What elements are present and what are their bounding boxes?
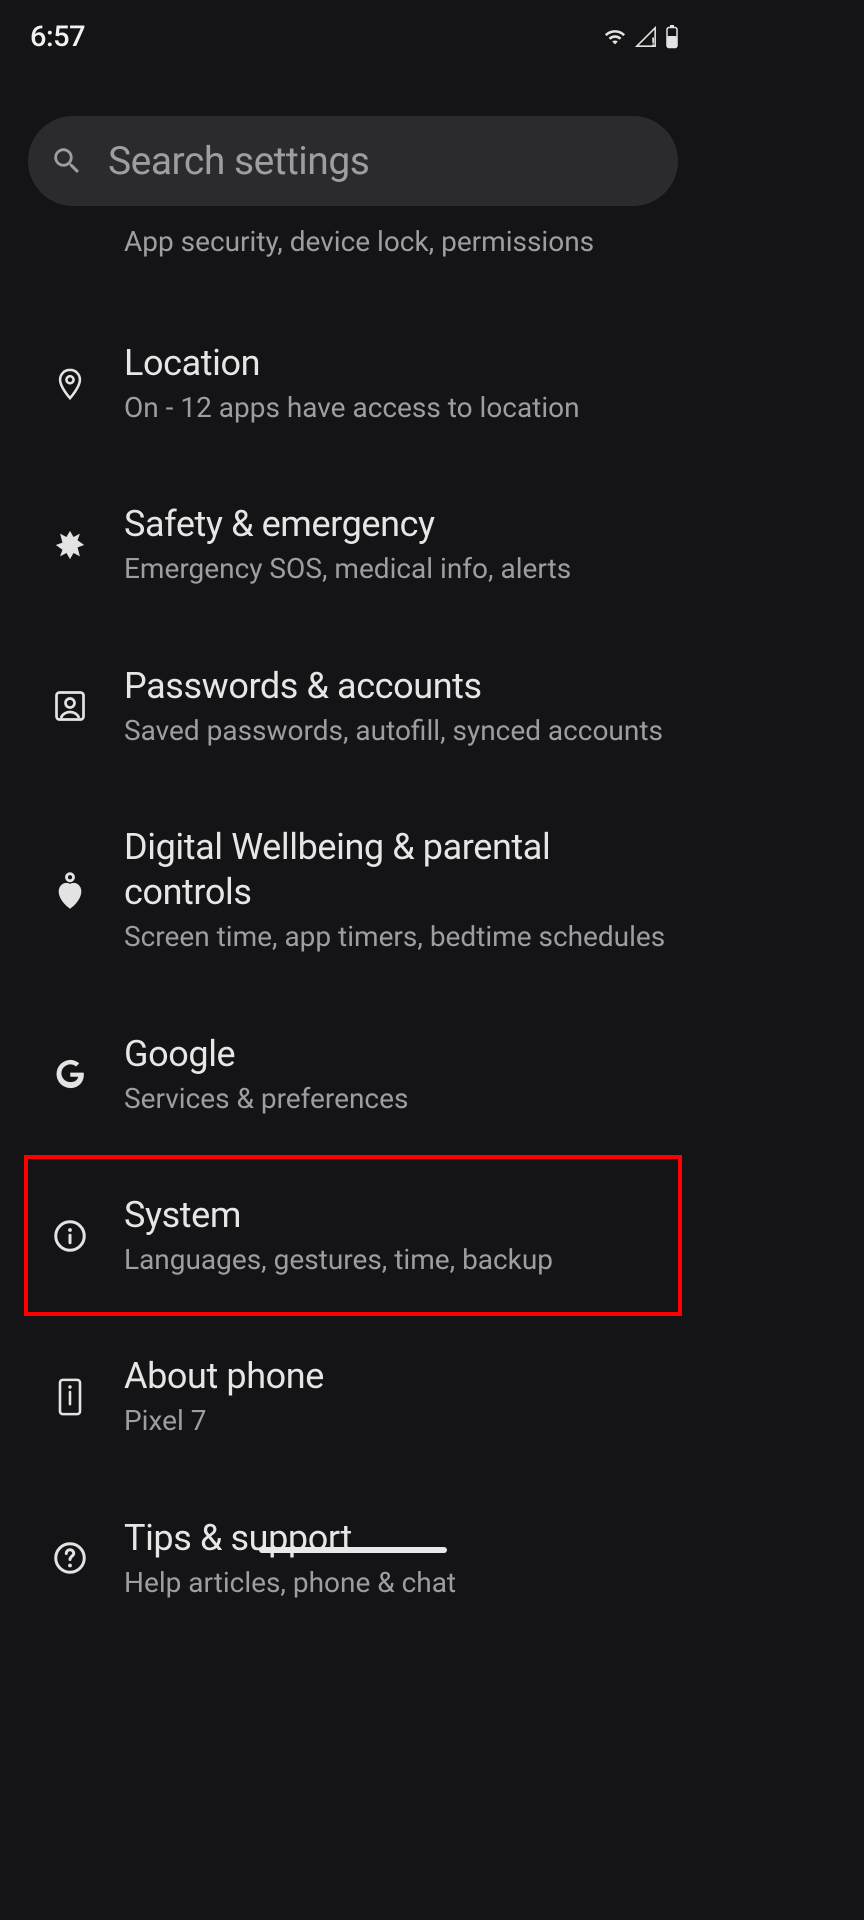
settings-list: App security, device lock, permissions L… — [0, 206, 706, 1639]
settings-subtitle: App security, device lock, permissions — [124, 224, 706, 259]
battery-icon — [664, 25, 680, 49]
settings-title: Tips & support — [124, 1516, 678, 1561]
settings-item-google[interactable]: Google Services & preferences — [0, 994, 706, 1155]
settings-title: Digital Wellbeing & parental controls — [124, 825, 678, 915]
search-placeholder: Search settings — [108, 138, 369, 184]
settings-title: Passwords & accounts — [124, 664, 678, 709]
info-icon — [48, 1218, 92, 1254]
status-time: 6:57 — [30, 20, 85, 54]
status-icons: ! — [602, 25, 680, 49]
settings-subtitle: Saved passwords, autofill, synced accoun… — [124, 713, 678, 749]
settings-subtitle: Languages, gestures, time, backup — [124, 1242, 678, 1278]
wifi-icon — [602, 26, 628, 48]
search-bar[interactable]: Search settings — [28, 116, 678, 206]
navigation-handle[interactable] — [259, 1547, 447, 1553]
wellbeing-icon — [48, 870, 92, 910]
settings-item-system[interactable]: System Languages, gestures, time, backup — [24, 1155, 682, 1316]
settings-subtitle: Services & preferences — [124, 1081, 678, 1117]
account-box-icon — [48, 688, 92, 724]
medical-icon — [48, 528, 92, 562]
settings-title: Safety & emergency — [124, 502, 678, 547]
phone-info-icon — [48, 1377, 92, 1417]
settings-subtitle: Screen time, app timers, bedtime schedul… — [124, 919, 678, 955]
settings-item-security-partial[interactable]: App security, device lock, permissions — [0, 224, 706, 259]
settings-title: Google — [124, 1032, 678, 1077]
settings-title: About phone — [124, 1354, 678, 1399]
settings-subtitle: Emergency SOS, medical info, alerts — [124, 551, 678, 587]
settings-item-tips[interactable]: Tips & support Help articles, phone & ch… — [0, 1478, 706, 1639]
settings-item-wellbeing[interactable]: Digital Wellbeing & parental controls Sc… — [0, 787, 706, 993]
settings-subtitle: Pixel 7 — [124, 1403, 678, 1439]
settings-title: System — [124, 1193, 678, 1238]
status-bar: 6:57 ! — [0, 0, 706, 60]
search-icon — [50, 144, 84, 178]
settings-title: Location — [124, 341, 678, 386]
settings-item-location[interactable]: Location On - 12 apps have access to loc… — [0, 303, 706, 464]
settings-item-safety[interactable]: Safety & emergency Emergency SOS, medica… — [0, 464, 706, 625]
settings-subtitle: Help articles, phone & chat — [124, 1565, 678, 1601]
google-icon — [48, 1056, 92, 1092]
location-icon — [48, 363, 92, 405]
settings-item-about[interactable]: About phone Pixel 7 — [0, 1316, 706, 1477]
svg-text:!: ! — [652, 35, 655, 48]
help-icon — [48, 1540, 92, 1576]
signal-icon: ! — [634, 26, 658, 48]
settings-subtitle: On - 12 apps have access to location — [124, 390, 678, 426]
settings-item-passwords[interactable]: Passwords & accounts Saved passwords, au… — [0, 626, 706, 787]
